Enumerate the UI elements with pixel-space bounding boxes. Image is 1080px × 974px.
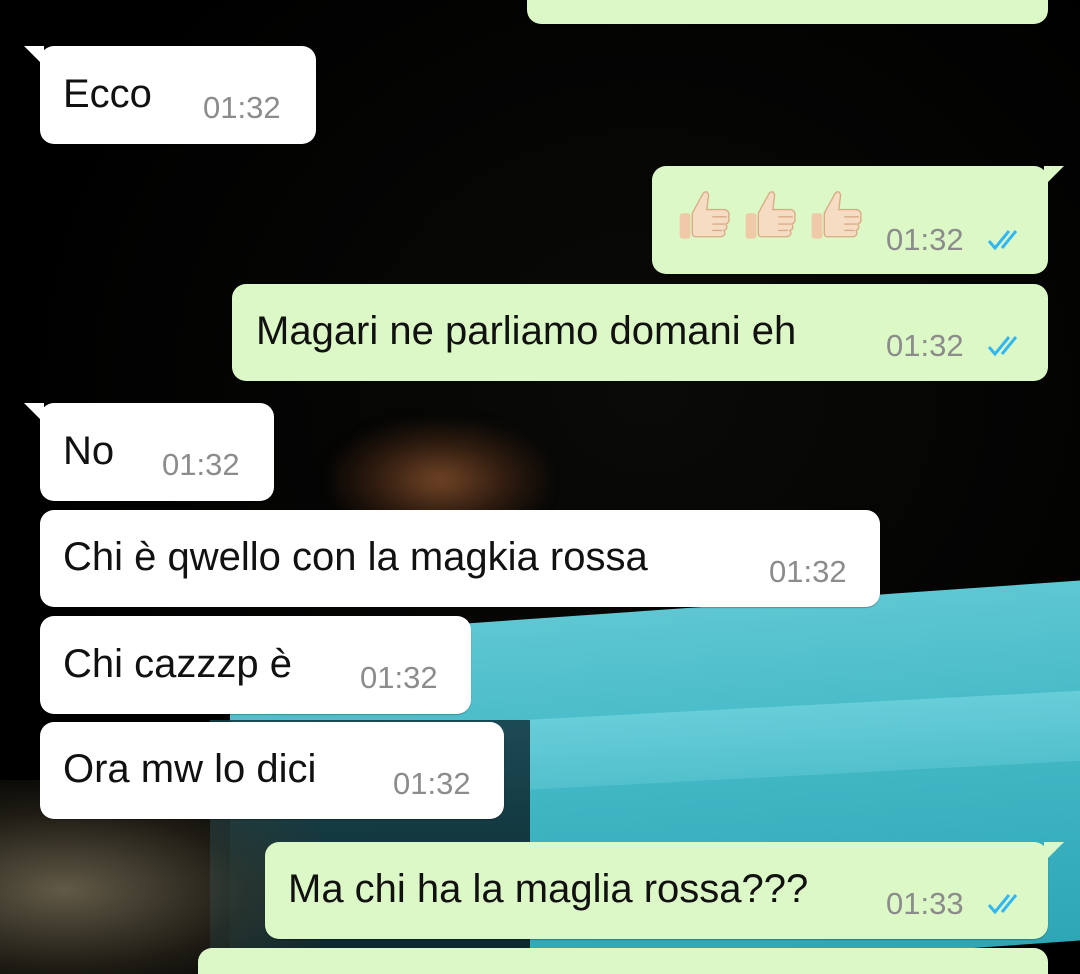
read-receipt-double-tick-icon — [987, 894, 1018, 915]
message-text: Chi è qwello con la magkia rossa — [63, 535, 648, 579]
thumbs-up-emoji-icon — [811, 191, 862, 239]
message-text: Ora mw lo dici — [63, 747, 317, 791]
message-timestamp: 01:32 — [769, 554, 847, 589]
message-bubble-outgoing[interactable] — [198, 948, 1048, 974]
message-bubble-incoming[interactable]: Chi cazzzp è 01:32 — [40, 616, 471, 714]
read-receipt-double-tick-icon — [987, 230, 1018, 251]
message-bubble-incoming[interactable]: Ora mw lo dici 01:32 — [40, 722, 504, 819]
message-bubble-outgoing[interactable] — [527, 0, 1048, 24]
message-text: Ma chi ha la maglia rossa??? — [288, 867, 809, 911]
message-bubble-outgoing[interactable]: Magari ne parliamo domani eh 01:32 — [232, 284, 1048, 381]
message-bubble-outgoing[interactable]: 01:32 — [652, 166, 1064, 274]
message-timestamp: 01:32 — [886, 222, 964, 257]
message-text: Ecco — [63, 72, 152, 116]
message-text: Chi cazzzp è — [63, 642, 292, 686]
read-receipt-double-tick-icon — [987, 336, 1018, 357]
message-timestamp: 01:32 — [203, 90, 281, 125]
message-bubble-incoming[interactable]: Chi è qwello con la magkia rossa 01:32 — [40, 510, 880, 607]
message-timestamp: 01:32 — [360, 660, 438, 695]
message-bubble-incoming[interactable]: Ecco 01:32 — [24, 46, 316, 144]
message-bubble-outgoing[interactable]: Ma chi ha la maglia rossa??? 01:33 — [265, 842, 1064, 939]
message-timestamp: 01:32 — [393, 766, 471, 801]
thumbs-up-emoji-icon — [679, 191, 730, 239]
message-text: No — [63, 429, 115, 473]
message-timestamp: 01:32 — [162, 447, 240, 482]
message-bubble-incoming[interactable]: No 01:32 — [24, 403, 274, 501]
thumbs-up-emoji-icon — [745, 191, 796, 239]
message-timestamp: 01:33 — [886, 886, 964, 921]
message-timestamp: 01:32 — [886, 328, 964, 363]
message-text: Magari ne parliamo domani eh — [256, 309, 797, 353]
